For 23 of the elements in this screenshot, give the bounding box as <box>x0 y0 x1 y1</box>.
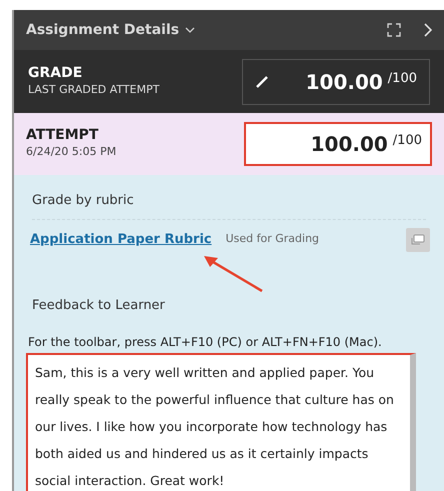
attempt-out-of: /100 <box>392 132 422 150</box>
grade-field[interactable]: 100.00 /100 <box>242 58 430 104</box>
grade-value: 100.00 <box>306 68 383 96</box>
attempt-date: 6/24/20 5:05 PM <box>26 144 118 160</box>
grade-out-of: /100 <box>388 70 417 88</box>
grade-sublabel: LAST GRADED ATTEMPT <box>28 82 160 98</box>
section-label: Grade by rubric <box>32 191 426 220</box>
panel-title: Assignment Details <box>26 20 180 40</box>
chevron-down-icon[interactable] <box>185 27 196 33</box>
feedback-field[interactable]: Sam, this is a very well written and applied paper. You really speak to the powerful influence that culture has on our lives. I like how you incorporate how technology has both aided us and hindered us as it certainly impacts social interaction. Great work! <box>26 353 416 491</box>
comment-button[interactable] <box>406 228 430 252</box>
pencil-icon[interactable] <box>255 74 269 88</box>
rubric-status: Used for Grading <box>226 231 320 248</box>
attempt-label: ATTEMPT <box>26 127 100 144</box>
rubric-link[interactable]: Application Paper Rubric <box>30 230 212 250</box>
comment-icon <box>411 234 425 246</box>
feedback-label: Feedback to Learner <box>32 296 166 314</box>
attempt-field[interactable]: 100.00 /100 <box>244 122 432 166</box>
attempt-value: 100.00 <box>310 131 388 158</box>
chevron-right-icon[interactable] <box>424 23 432 37</box>
expand-icon[interactable] <box>386 22 402 38</box>
toolbar-hint: For the toolbar, press ALT+F10 (PC) or ALT+FN+F10 (Mac). <box>28 334 383 351</box>
grade-label: GRADE <box>28 64 84 82</box>
